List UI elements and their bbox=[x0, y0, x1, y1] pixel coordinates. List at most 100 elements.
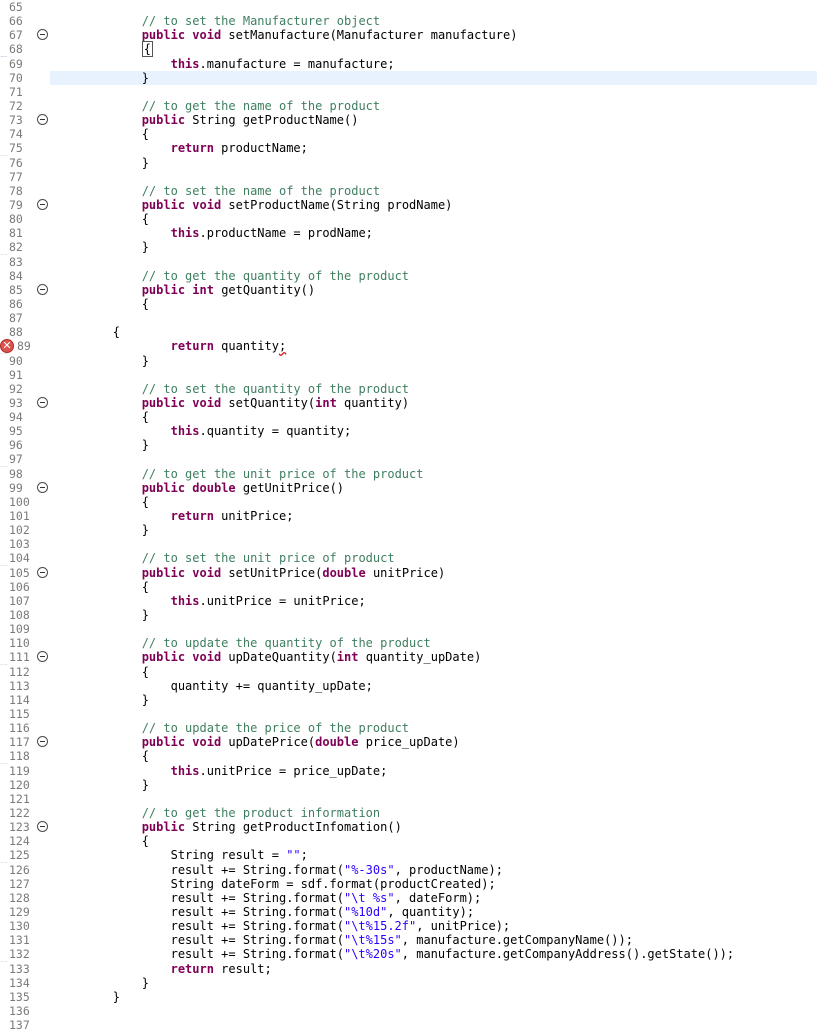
fold-collapse-icon[interactable] bbox=[37, 566, 48, 578]
code-text[interactable]: { bbox=[55, 495, 149, 509]
line-gutter[interactable]: 94 bbox=[0, 410, 50, 425]
line-gutter[interactable]: 109 bbox=[0, 622, 50, 637]
code-text[interactable]: // to set the Manufacturer object bbox=[55, 14, 380, 28]
code-text[interactable]: { bbox=[55, 749, 149, 763]
code-text[interactable]: this.unitPrice = unitPrice; bbox=[55, 594, 366, 608]
code-text[interactable]: result += String.format("%10d", quantity… bbox=[55, 905, 474, 919]
fold-collapse-icon[interactable] bbox=[37, 29, 48, 41]
code-line[interactable]: 77 bbox=[0, 169, 817, 184]
code-text[interactable]: { bbox=[55, 325, 120, 339]
code-line[interactable]: 119 this.unitPrice = price_upDate; bbox=[0, 763, 817, 778]
code-text[interactable]: this.quantity = quantity; bbox=[55, 424, 352, 438]
code-line[interactable]: 129 result += String.format("%10d", quan… bbox=[0, 904, 817, 919]
code-line[interactable]: 68 { bbox=[0, 41, 817, 58]
code-line[interactable]: 94 { bbox=[0, 410, 817, 425]
line-gutter[interactable]: 66 bbox=[0, 14, 50, 29]
code-text[interactable]: // to get the product information bbox=[55, 806, 380, 820]
code-line[interactable]: 67 public void setManufacture(Manufactur… bbox=[0, 28, 817, 43]
line-gutter[interactable]: 106 bbox=[0, 579, 50, 594]
code-line[interactable]: 79 public void setProductName(String pro… bbox=[0, 197, 817, 212]
line-gutter[interactable]: 107 bbox=[0, 593, 50, 608]
line-gutter[interactable]: 102 bbox=[0, 523, 50, 538]
line-gutter[interactable]: 89 ✕ bbox=[0, 339, 50, 354]
line-gutter[interactable]: 79 bbox=[0, 197, 50, 212]
code-line[interactable]: 124 { bbox=[0, 834, 817, 849]
line-gutter[interactable]: 136 bbox=[0, 1003, 50, 1018]
code-line[interactable]: 123 public String getProductInfomation() bbox=[0, 820, 817, 835]
line-gutter[interactable]: 105 bbox=[0, 565, 50, 580]
code-line[interactable]: 76 } bbox=[0, 155, 817, 170]
code-text[interactable]: // to set the name of the product bbox=[55, 184, 380, 198]
line-gutter[interactable]: 99 bbox=[0, 480, 50, 495]
code-text[interactable]: { bbox=[55, 212, 149, 226]
code-line[interactable]: 98 // to get the unit price of the produ… bbox=[0, 466, 817, 481]
line-gutter[interactable]: 70 bbox=[0, 70, 50, 85]
code-line[interactable]: 113 quantity += quantity_upDate; bbox=[0, 678, 817, 693]
code-line[interactable]: 117 public void upDatePrice(double price… bbox=[0, 735, 817, 750]
code-text[interactable]: String dateForm = sdf.format(productCrea… bbox=[55, 877, 496, 891]
code-text[interactable]: result += String.format("\t%15.2f", unit… bbox=[55, 919, 511, 933]
code-text[interactable]: public void upDatePrice(double price_upD… bbox=[55, 735, 460, 749]
code-line[interactable]: 100 { bbox=[0, 494, 817, 509]
code-text[interactable]: } bbox=[55, 240, 149, 254]
code-text[interactable]: // to update the quantity of the product bbox=[55, 636, 431, 650]
line-gutter[interactable]: 120 bbox=[0, 777, 50, 792]
code-line[interactable]: 92 // to set the quantity of the product bbox=[0, 381, 817, 396]
code-line[interactable]: 112 { bbox=[0, 664, 817, 679]
code-line[interactable]: 102 } bbox=[0, 523, 817, 538]
code-text[interactable]: } bbox=[55, 71, 149, 85]
line-gutter[interactable]: 108 bbox=[0, 608, 50, 623]
line-gutter[interactable]: 76 bbox=[0, 155, 50, 170]
code-line[interactable]: 78 // to set the name of the product bbox=[0, 183, 817, 198]
line-gutter[interactable]: 132 bbox=[0, 947, 50, 962]
fold-collapse-icon[interactable] bbox=[37, 114, 48, 126]
line-gutter[interactable]: 115 bbox=[0, 707, 50, 721]
code-text[interactable]: } bbox=[55, 976, 149, 990]
line-gutter[interactable]: 93 bbox=[0, 395, 50, 410]
line-gutter[interactable]: 117 bbox=[0, 735, 50, 750]
code-line[interactable]: 96 } bbox=[0, 438, 817, 453]
code-text[interactable]: result += String.format("\t%15s", manufa… bbox=[55, 933, 633, 947]
code-line[interactable]: 80 { bbox=[0, 212, 817, 227]
code-text[interactable]: // to get the name of the product bbox=[55, 99, 380, 113]
code-text[interactable]: public void upDateQuantity(int quantity_… bbox=[55, 650, 482, 664]
code-text[interactable]: { bbox=[55, 665, 149, 679]
line-gutter[interactable]: 123 bbox=[0, 820, 50, 835]
line-gutter[interactable]: 104 bbox=[0, 551, 50, 566]
code-text[interactable]: // to get the unit price of the product bbox=[55, 467, 424, 481]
code-text[interactable]: { bbox=[55, 127, 149, 141]
code-line[interactable]: 95 this.quantity = quantity; bbox=[0, 424, 817, 439]
code-line[interactable]: 88 { bbox=[0, 325, 817, 340]
code-line[interactable]: 128 result += String.format("\t %s", dat… bbox=[0, 890, 817, 905]
code-line[interactable]: 104 // to set the unit price of product bbox=[0, 551, 817, 566]
code-line[interactable]: 66 // to set the Manufacturer object bbox=[0, 14, 817, 29]
code-text[interactable]: public int getQuantity() bbox=[55, 283, 315, 297]
line-gutter[interactable]: 129 bbox=[0, 904, 50, 919]
code-text[interactable]: // to set the quantity of the product bbox=[55, 382, 409, 396]
fold-collapse-icon[interactable] bbox=[37, 198, 48, 210]
code-line[interactable]: 110 // to update the quantity of the pro… bbox=[0, 636, 817, 651]
code-line[interactable]: 137 bbox=[0, 1018, 817, 1032]
line-gutter[interactable]: 121 bbox=[0, 791, 50, 806]
code-line[interactable]: 86 { bbox=[0, 296, 817, 311]
line-gutter[interactable]: 69 bbox=[0, 56, 50, 71]
line-gutter[interactable]: 112 bbox=[0, 664, 50, 679]
code-line[interactable]: 130 result += String.format("\t%15.2f", … bbox=[0, 919, 817, 934]
code-line[interactable]: 75 return productName; bbox=[0, 141, 817, 156]
fold-collapse-icon[interactable] bbox=[37, 736, 48, 748]
code-text[interactable]: { bbox=[55, 410, 149, 424]
line-gutter[interactable]: 68 bbox=[0, 42, 50, 57]
line-gutter[interactable]: 133 bbox=[0, 961, 50, 976]
code-line[interactable]: 115 bbox=[0, 707, 817, 721]
code-line[interactable]: 101 return unitPrice; bbox=[0, 509, 817, 524]
line-gutter[interactable]: 81 bbox=[0, 226, 50, 241]
line-gutter[interactable]: 82 bbox=[0, 240, 50, 255]
code-text[interactable]: } bbox=[55, 438, 149, 452]
code-text[interactable]: // to update the price of the product bbox=[55, 721, 409, 735]
code-text[interactable]: public void setProductName(String prodNa… bbox=[55, 198, 453, 212]
code-text[interactable]: public void setQuantity(int quantity) bbox=[55, 396, 409, 410]
code-text[interactable]: public String getProductName() bbox=[55, 113, 359, 127]
line-gutter[interactable]: 90 bbox=[0, 353, 50, 368]
fold-collapse-icon[interactable] bbox=[37, 283, 48, 295]
line-gutter[interactable]: 92 bbox=[0, 381, 50, 396]
